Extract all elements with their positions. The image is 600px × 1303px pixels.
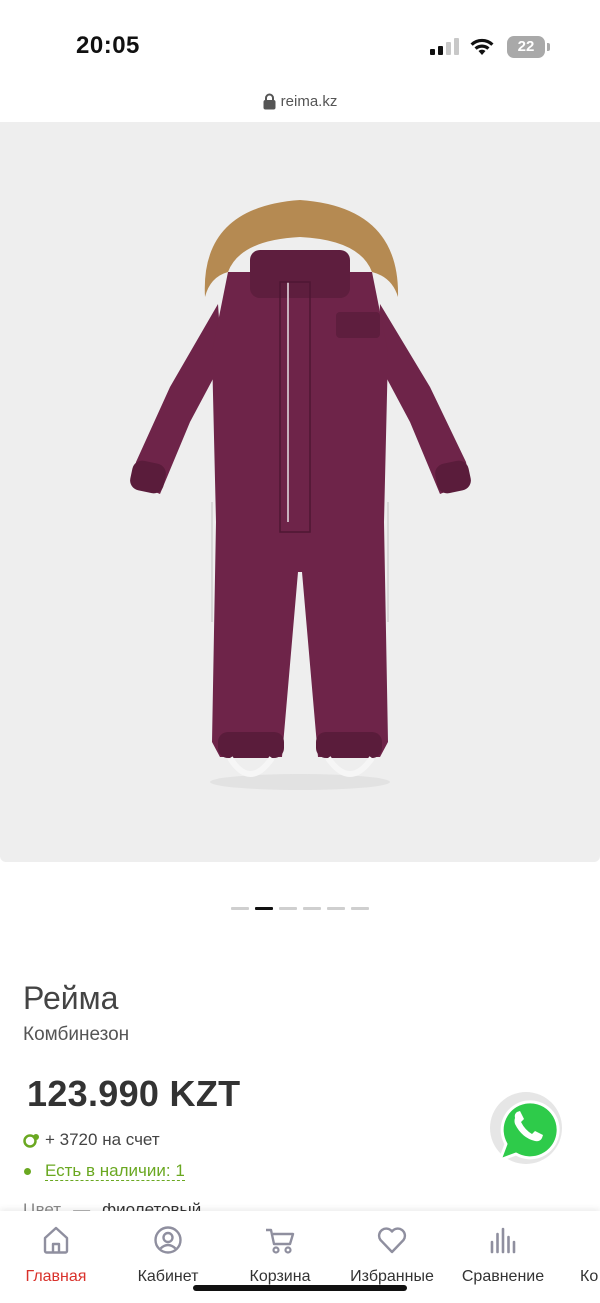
nav-home[interactable]: Главная [1,1211,111,1286]
home-icon [43,1226,69,1254]
nav-more-label: Ко [580,1268,599,1285]
pager-dot[interactable] [303,907,321,910]
stock-link[interactable]: Есть в наличии: 1 [45,1161,185,1181]
bonus-icon [23,1134,39,1148]
url-text: reima.kz [280,92,338,110]
whatsapp-icon[interactable] [486,1092,564,1170]
nav-cart[interactable]: Корзина [225,1211,335,1286]
product-type: Комбинезон [23,1024,130,1045]
cellular-signal-icon [430,38,459,55]
compare-chart-icon [490,1227,516,1254]
pager-dot[interactable] [255,907,273,910]
nav-compare-label: Сравнение [461,1268,545,1285]
pager-dot[interactable] [231,907,249,910]
status-bar: 20:05 22 [0,0,600,80]
image-pager[interactable] [0,907,600,910]
brand-name: Рейма [23,980,119,1016]
cart-icon [266,1228,295,1254]
user-profile-icon [154,1226,182,1254]
nav-favorites[interactable]: Избранные [337,1211,447,1286]
pager-dot[interactable] [327,907,345,910]
nav-cabinet-label: Кабинет [137,1268,199,1285]
pager-dot[interactable] [279,907,297,910]
status-time: 20:05 [76,32,140,59]
wifi-icon [470,38,494,55]
nav-cabinet[interactable]: Кабинет [113,1211,223,1286]
lock-icon [263,93,276,109]
stock-status: Есть в наличии: 1 [23,1161,185,1181]
product-price: 123.990 KZT [27,1073,241,1114]
product-image[interactable] [0,122,600,862]
snowsuit-illustration [130,200,471,790]
nav-cart-label: Корзина [249,1268,311,1285]
bonus-points: + 3720 на счет [23,1130,160,1150]
stock-dot-icon [24,1167,31,1175]
suit-body [212,272,388,757]
pager-dot[interactable] [351,907,369,910]
battery-icon: 22 [507,36,550,58]
nav-more[interactable]: Ко [580,1211,600,1286]
nav-compare[interactable]: Сравнение [448,1211,558,1286]
home-indicator [193,1285,407,1291]
heart-icon [377,1227,407,1254]
bonus-text: + 3720 на счет [45,1130,160,1149]
address-bar[interactable]: reima.kz [0,88,600,114]
nav-home-label: Главная [25,1268,87,1285]
nav-favorites-label: Избранные [350,1268,434,1285]
